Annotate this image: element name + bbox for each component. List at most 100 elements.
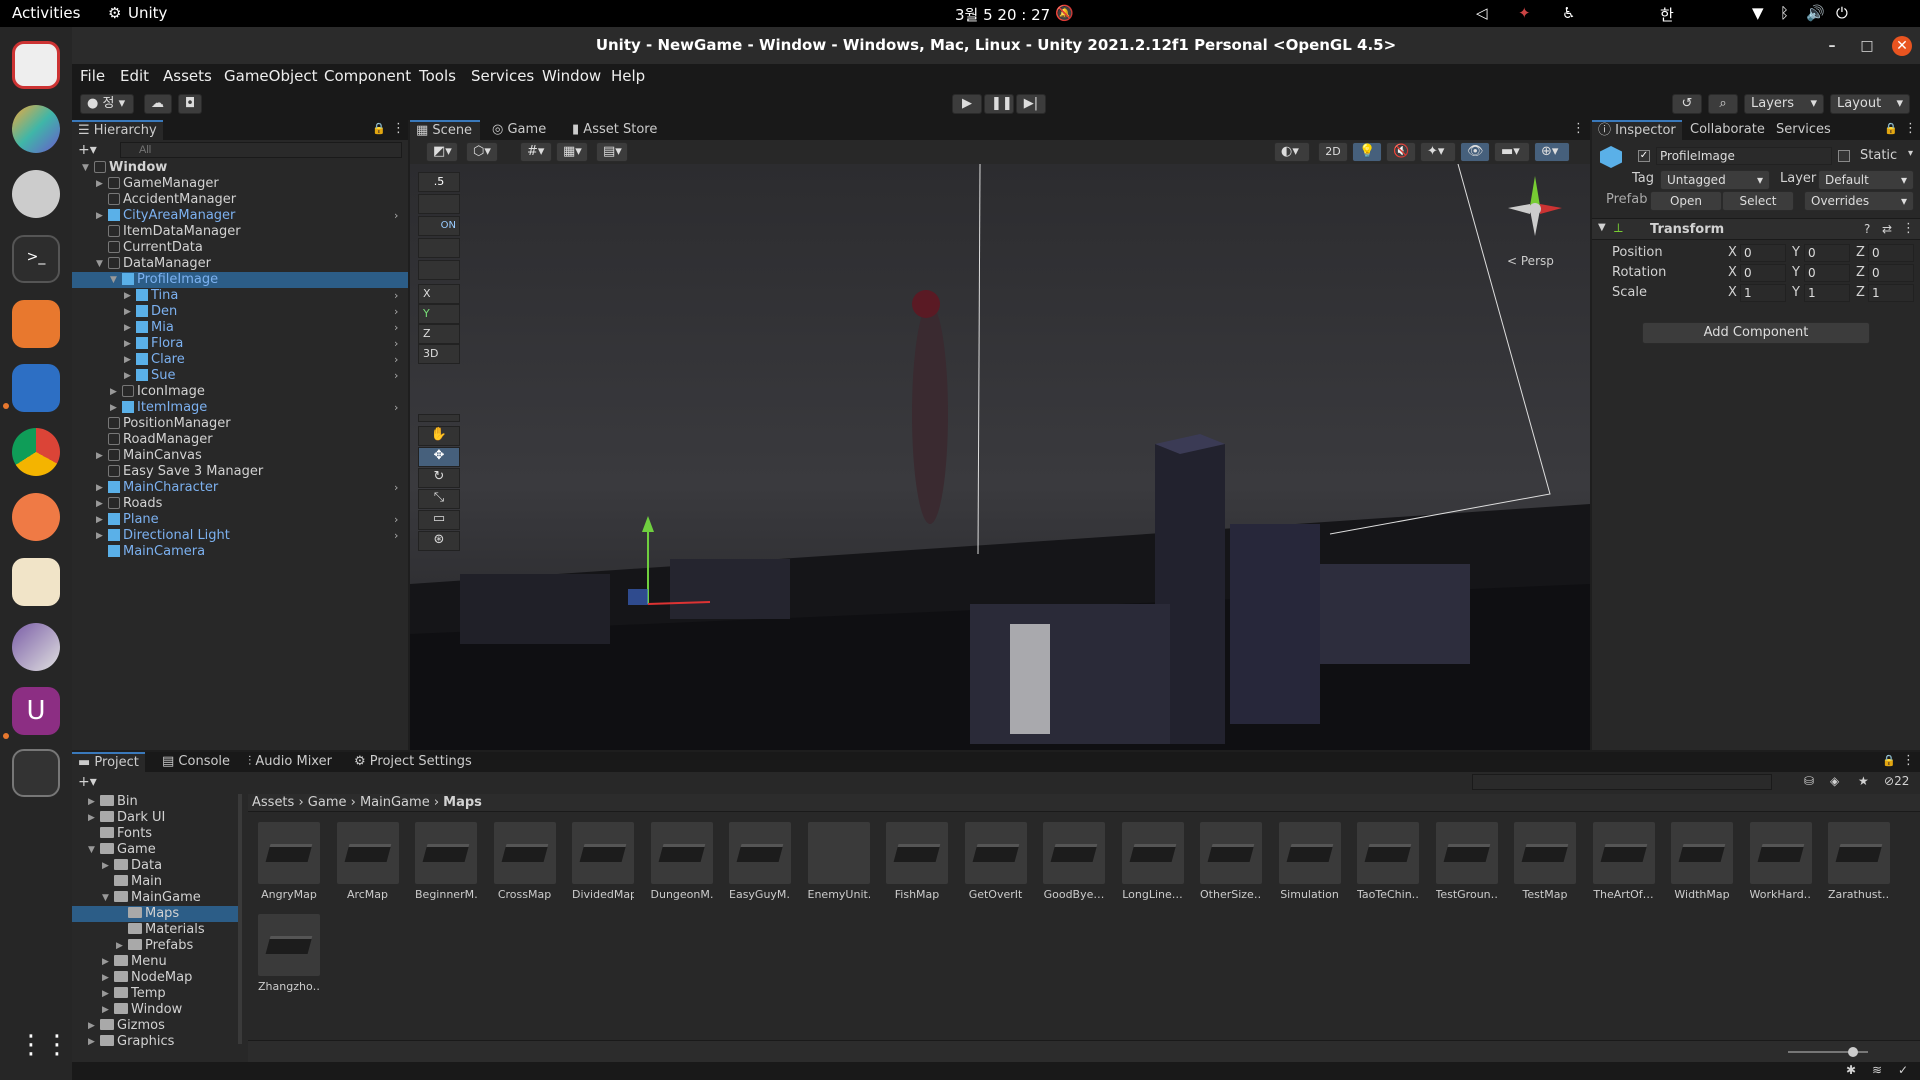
y-axis-toggle[interactable]: Y bbox=[418, 304, 460, 324]
expand-arrow-icon[interactable]: ▼ bbox=[96, 256, 103, 272]
tab-scene[interactable]: ▦ Scene bbox=[410, 120, 480, 140]
volume-icon[interactable]: 🔊 bbox=[1806, 4, 1825, 22]
bluetooth-icon[interactable]: ᛒ bbox=[1780, 4, 1789, 22]
expand-arrow-icon[interactable]: ▶ bbox=[102, 954, 109, 970]
prefab-open-chevron-icon[interactable]: › bbox=[394, 400, 398, 416]
transform-tool-icon[interactable]: ⊛ bbox=[418, 531, 460, 551]
folder-item[interactable]: Dark UI bbox=[100, 810, 165, 826]
expand-arrow-icon[interactable]: ▶ bbox=[116, 938, 123, 954]
filter-type-icon[interactable]: ⛁ bbox=[1804, 774, 1814, 788]
hierarchy-item[interactable]: Mia bbox=[136, 320, 174, 336]
hierarchy-item[interactable]: Clare bbox=[136, 352, 185, 368]
menu-services[interactable]: Services bbox=[471, 67, 534, 85]
settings-icon[interactable] bbox=[12, 170, 60, 218]
project-menu-icon[interactable]: ⋮ bbox=[1902, 753, 1915, 768]
hierarchy-item[interactable]: ItemImage bbox=[122, 400, 207, 416]
cloud-icon[interactable]: ☁ bbox=[144, 94, 172, 114]
x-value-field[interactable]: 1 bbox=[1740, 284, 1786, 302]
tab-hierarchy[interactable]: ☰ Hierarchy bbox=[72, 120, 163, 140]
menu-edit[interactable]: Edit bbox=[120, 67, 149, 85]
asset-item[interactable]: DungeonM… bbox=[650, 822, 713, 901]
hierarchy-item[interactable]: Sue bbox=[136, 368, 176, 384]
hierarchy-item[interactable]: MainCamera bbox=[108, 544, 205, 560]
layout-dropdown[interactable]: Layout ▾ bbox=[1830, 94, 1910, 114]
x-axis-toggle[interactable]: X bbox=[418, 284, 460, 304]
folder-item[interactable]: Menu bbox=[114, 954, 167, 970]
expand-arrow-icon[interactable]: ▶ bbox=[102, 858, 109, 874]
asset-item[interactable]: AngryMap bbox=[258, 822, 320, 901]
asset-item[interactable]: TaoTeChin… bbox=[1357, 822, 1419, 901]
3d-toggle[interactable]: 3D bbox=[418, 344, 460, 364]
breadcrumb-assets[interactable]: Assets bbox=[252, 795, 294, 810]
expand-arrow-icon[interactable]: ▶ bbox=[96, 528, 103, 544]
grid-visibility-icon[interactable]: ▦▾ bbox=[556, 142, 588, 162]
hierarchy-item[interactable]: Window bbox=[94, 160, 167, 176]
hidden-packages-icon[interactable]: ⊘22 bbox=[1884, 774, 1909, 788]
folder-item[interactable]: Bin bbox=[100, 794, 138, 810]
prefab-open-chevron-icon[interactable]: › bbox=[394, 512, 398, 528]
expand-arrow-icon[interactable]: ▶ bbox=[96, 480, 103, 496]
asset-item[interactable]: WidthMap bbox=[1671, 822, 1733, 901]
asset-item[interactable]: CrossMap bbox=[493, 822, 556, 901]
chrome-icon[interactable] bbox=[12, 428, 60, 476]
prefab-overrides-dropdown[interactable]: Overrides ▾ bbox=[1804, 191, 1914, 211]
expand-arrow-icon[interactable]: ▶ bbox=[88, 1018, 95, 1034]
paint-app-icon[interactable] bbox=[12, 558, 60, 606]
x-value-field[interactable]: 0 bbox=[1740, 244, 1786, 262]
expand-arrow-icon[interactable]: ▶ bbox=[102, 970, 109, 986]
hierarchy-item[interactable]: RoadManager bbox=[108, 432, 213, 448]
expand-arrow-icon[interactable]: ▶ bbox=[88, 1034, 95, 1050]
x-value-field[interactable]: 0 bbox=[1740, 264, 1786, 282]
prefab-open-chevron-icon[interactable]: › bbox=[394, 320, 398, 336]
step-button[interactable]: ▶| bbox=[1016, 94, 1046, 114]
preset-icon[interactable]: ⇄ bbox=[1882, 222, 1892, 236]
hidden-objects-icon[interactable]: 👁 bbox=[1460, 142, 1490, 162]
project-lock-icon[interactable]: 🔒 bbox=[1882, 754, 1896, 767]
krita-icon[interactable] bbox=[12, 623, 60, 671]
lock-icon[interactable]: 🔒 bbox=[372, 122, 386, 135]
prefab-open-chevron-icon[interactable]: › bbox=[394, 208, 398, 224]
z-value-field[interactable]: 1 bbox=[1868, 284, 1914, 302]
hierarchy-item[interactable]: Den bbox=[136, 304, 177, 320]
filter-label-icon[interactable]: ◈ bbox=[1830, 774, 1839, 788]
prefab-open-chevron-icon[interactable]: › bbox=[394, 288, 398, 304]
component-menu-icon[interactable]: ⋮ bbox=[1902, 221, 1915, 236]
asset-item[interactable]: EasyGuyM… bbox=[729, 822, 791, 901]
shading-dropdown[interactable]: ◐▾ bbox=[1274, 142, 1310, 162]
hierarchy-item[interactable]: Plane bbox=[108, 512, 159, 528]
play-button[interactable]: ▶ bbox=[952, 94, 982, 114]
tree-scrollbar[interactable] bbox=[238, 794, 242, 1044]
expand-arrow-icon[interactable]: ▶ bbox=[96, 512, 103, 528]
hierarchy-item[interactable]: CityAreaManager bbox=[108, 208, 235, 224]
asset-item[interactable]: BeginnerM… bbox=[415, 822, 477, 901]
tab-project[interactable]: ▬ Project bbox=[72, 752, 145, 772]
rotate-tool-icon[interactable]: ↻ bbox=[418, 468, 460, 488]
object-name-field[interactable]: ProfileImage bbox=[1656, 147, 1832, 165]
folder-item[interactable]: Game bbox=[100, 842, 156, 858]
asset-item[interactable]: OtherSize… bbox=[1200, 822, 1262, 901]
orientation-gizmo[interactable] bbox=[1500, 176, 1570, 246]
clock[interactable]: 3월 5 20 : 27 bbox=[955, 4, 1050, 25]
tag-dropdown[interactable]: Untagged ▾ bbox=[1660, 170, 1770, 190]
breadcrumb-game[interactable]: Game bbox=[308, 795, 347, 810]
scene-viewport[interactable]: .5 ON X Y Z 3D ✋ ✥ ↻ ⤡ ▭ ⊛ < Persp bbox=[410, 164, 1590, 750]
transform-header[interactable]: ▼ ⟂ Transform ? ⇄ ⋮ bbox=[1592, 218, 1920, 240]
folder-item[interactable]: Materials bbox=[128, 922, 205, 938]
tab-collaborate[interactable]: Collaborate bbox=[1684, 120, 1771, 140]
menu-tools[interactable]: Tools bbox=[419, 67, 456, 85]
accessibility-icon[interactable]: ♿ bbox=[1562, 4, 1575, 22]
menu-window[interactable]: Window bbox=[542, 67, 601, 85]
minimize-button[interactable]: – bbox=[1822, 36, 1842, 56]
zoom-slider-thumb[interactable] bbox=[1848, 1047, 1858, 1057]
tab-services[interactable]: Services bbox=[1770, 120, 1837, 140]
asset-item[interactable]: LongLine… bbox=[1121, 822, 1184, 901]
terminal-icon[interactable]: >_ bbox=[12, 235, 60, 283]
z-value-field[interactable]: 0 bbox=[1868, 244, 1914, 262]
hierarchy-item[interactable]: CurrentData bbox=[108, 240, 203, 256]
asset-item[interactable]: EnemyUnit… bbox=[807, 822, 870, 901]
hierarchy-search-input[interactable] bbox=[120, 142, 402, 158]
gizmos-dropdown[interactable]: ⊕▾ bbox=[1534, 142, 1570, 162]
prefab-open-chevron-icon[interactable]: › bbox=[394, 368, 398, 384]
unity-app-icon[interactable]: ⚙ bbox=[108, 4, 121, 22]
share-icon[interactable]: ◁ bbox=[1476, 4, 1488, 22]
